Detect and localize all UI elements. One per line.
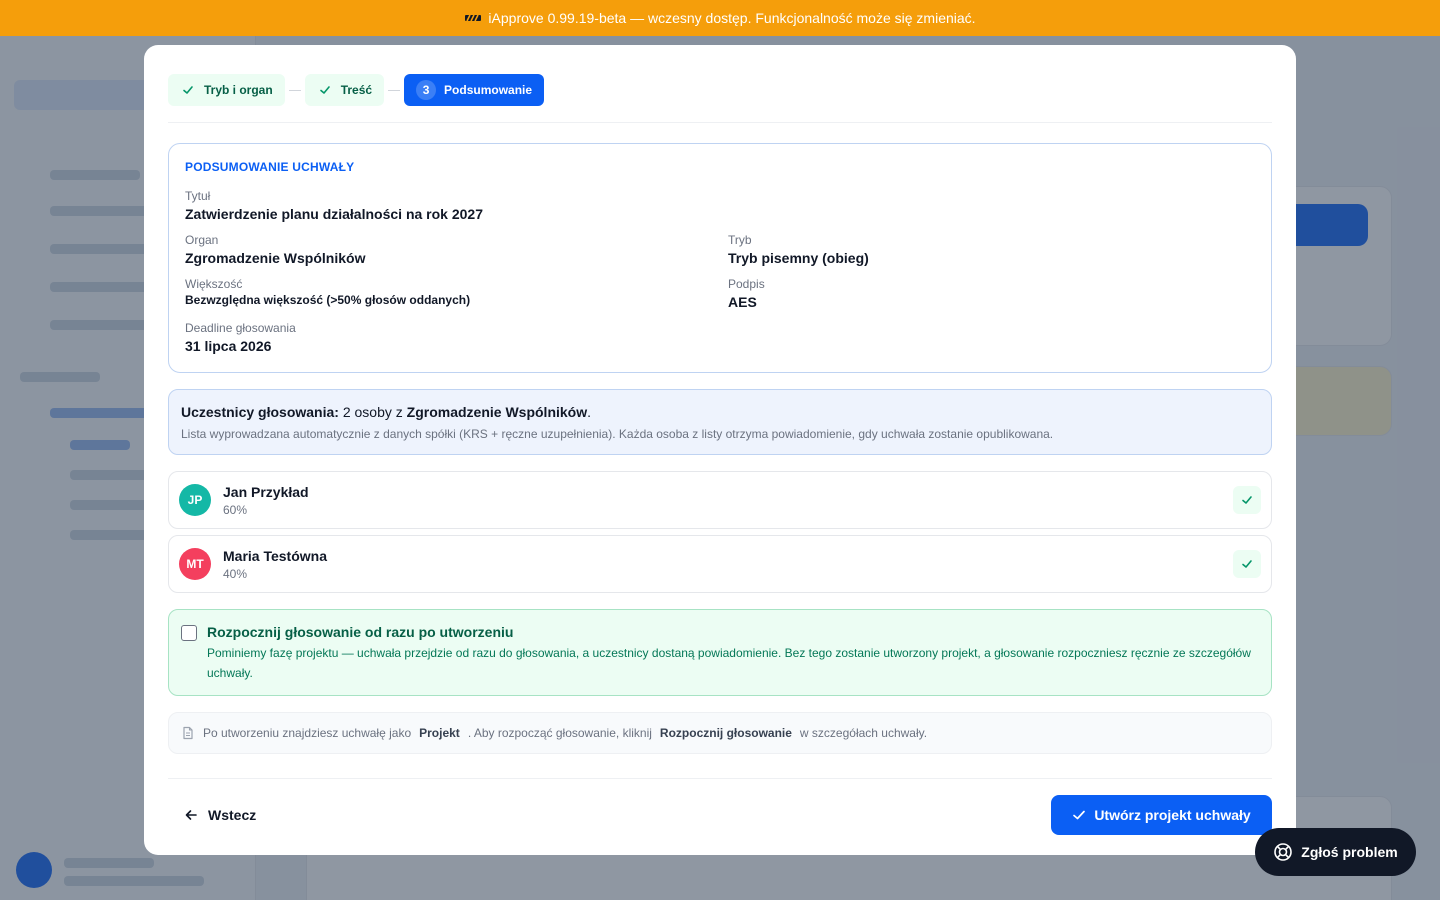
participants-info: Uczestnicy głosowania: 2 osoby z Zgromad… — [168, 389, 1272, 455]
field-deadline: Deadline głosowania 31 lipca 2026 — [185, 320, 296, 356]
participant-row: JP Jan Przykład 60% — [168, 471, 1272, 529]
participants-period: . — [587, 404, 592, 420]
info-text: Po utworzeniu znajdziesz uchwałę jako — [203, 726, 412, 740]
step-separator — [388, 89, 401, 91]
field-majority: Większość Bezwzględna większość (>50% gł… — [185, 276, 470, 308]
footer-divider — [168, 778, 1272, 779]
participant-name: Maria Testówna — [223, 548, 327, 564]
step-content[interactable]: Treść — [304, 74, 385, 106]
participant-row: MT Maria Testówna 40% — [168, 535, 1272, 593]
participant-share: 60% — [223, 503, 248, 517]
report-label: Zgłoś problem — [1301, 844, 1398, 860]
start-voting-title: Rozpocznij głosowanie od razu po utworze… — [207, 624, 514, 640]
participant-share: 40% — [223, 567, 248, 581]
start-voting-checkbox[interactable] — [181, 625, 197, 641]
wizard-stepper: Tryb i organ Treść 3 Podsumowanie — [168, 74, 1272, 106]
participant-name: Jan Przykład — [223, 484, 309, 500]
step-summary[interactable]: 3 Podsumowanie — [404, 74, 545, 106]
check-icon — [1073, 810, 1086, 820]
participants-heading: Uczestnicy głosowania: 2 osoby z Zgromad… — [181, 402, 1259, 422]
field-mode: Tryb Tryb pisemny (obieg) — [728, 232, 869, 268]
step-label: Podsumowanie — [444, 83, 533, 97]
check-icon — [1233, 550, 1261, 578]
avatar: JP — [179, 484, 211, 516]
step-mode-organ[interactable]: Tryb i organ — [168, 74, 285, 106]
header-divider — [168, 122, 1272, 123]
field-value: Zatwierdzenie planu działalności na rok … — [185, 206, 483, 222]
field-organ: Organ Zgromadzenie Wspólników — [185, 232, 365, 268]
status-badge: Projekt — [419, 726, 460, 740]
resolution-summary-card: PODSUMOWANIE UCHWAŁY Tytuł Zatwierdzenie… — [168, 143, 1272, 373]
info-text: w szczegółach uchwały. — [799, 726, 928, 740]
lifebuoy-icon — [1274, 843, 1293, 861]
field-signature: Podpis AES — [728, 276, 765, 312]
avatar: MT — [179, 548, 211, 580]
participants-label: Uczestnicy głosowania: — [181, 404, 339, 420]
field-label: Organ — [185, 233, 219, 247]
field-value: 31 lipca 2026 — [185, 338, 272, 354]
document-icon — [183, 726, 193, 740]
field-label: Podpis — [728, 277, 765, 291]
create-resolution-modal: Tryb i organ Treść 3 Podsumowanie PODSUM… — [144, 45, 1296, 855]
start-voting-description: Pominiemy fazę projektu — uchwała przejd… — [207, 646, 1251, 680]
participants-organ: Zgromadzenie Wspólników — [406, 404, 588, 420]
field-value: AES — [728, 294, 757, 310]
field-label: Deadline głosowania — [185, 321, 296, 335]
back-button[interactable]: Wstecz — [168, 795, 272, 835]
start-voting-option[interactable]: Rozpocznij głosowanie od razu po utworze… — [168, 609, 1272, 696]
check-icon — [180, 82, 196, 98]
report-problem-button[interactable]: Zgłoś problem — [1255, 828, 1416, 876]
info-note: Po utworzeniu znajdziesz uchwałę jako Pr… — [168, 712, 1272, 754]
field-value: Zgromadzenie Wspólników — [185, 250, 366, 266]
check-icon — [1233, 486, 1261, 514]
create-draft-button[interactable]: Utwórz projekt uchwały — [1051, 795, 1272, 835]
create-label: Utwórz projekt uchwały — [1094, 807, 1251, 823]
field-label: Tytuł — [185, 189, 211, 203]
field-value: Tryb pisemny (obieg) — [728, 250, 869, 266]
info-text: . Aby rozpocząć głosowanie, kliknij — [467, 726, 652, 740]
step-separator — [288, 89, 301, 91]
check-icon — [317, 82, 333, 98]
field-title: Tytuł Zatwierdzenie planu działalności n… — [185, 188, 483, 224]
participants-description: Lista wyprowadzana automatycznie z danyc… — [181, 427, 1054, 441]
field-label: Tryb — [728, 233, 752, 247]
field-value: Bezwzględna większość (>50% głosów oddan… — [185, 293, 471, 307]
beta-banner: iApprove 0.99.19-beta — wczesny dostęp. … — [0, 0, 1440, 36]
arrow-left-icon — [185, 810, 197, 820]
back-label: Wstecz — [208, 807, 257, 823]
participants-count: 2 osoby z — [342, 404, 403, 420]
banner-text: iApprove 0.99.19-beta — wczesny dostęp. … — [488, 10, 976, 26]
field-label: Większość — [185, 277, 243, 291]
step-number: 3 — [416, 80, 437, 100]
step-label: Treść — [340, 83, 373, 97]
action-reference: Rozpocznij głosowanie — [659, 726, 792, 740]
step-label: Tryb i organ — [204, 83, 273, 97]
construction-icon — [465, 14, 482, 22]
summary-heading: PODSUMOWANIE UCHWAŁY — [185, 160, 355, 174]
